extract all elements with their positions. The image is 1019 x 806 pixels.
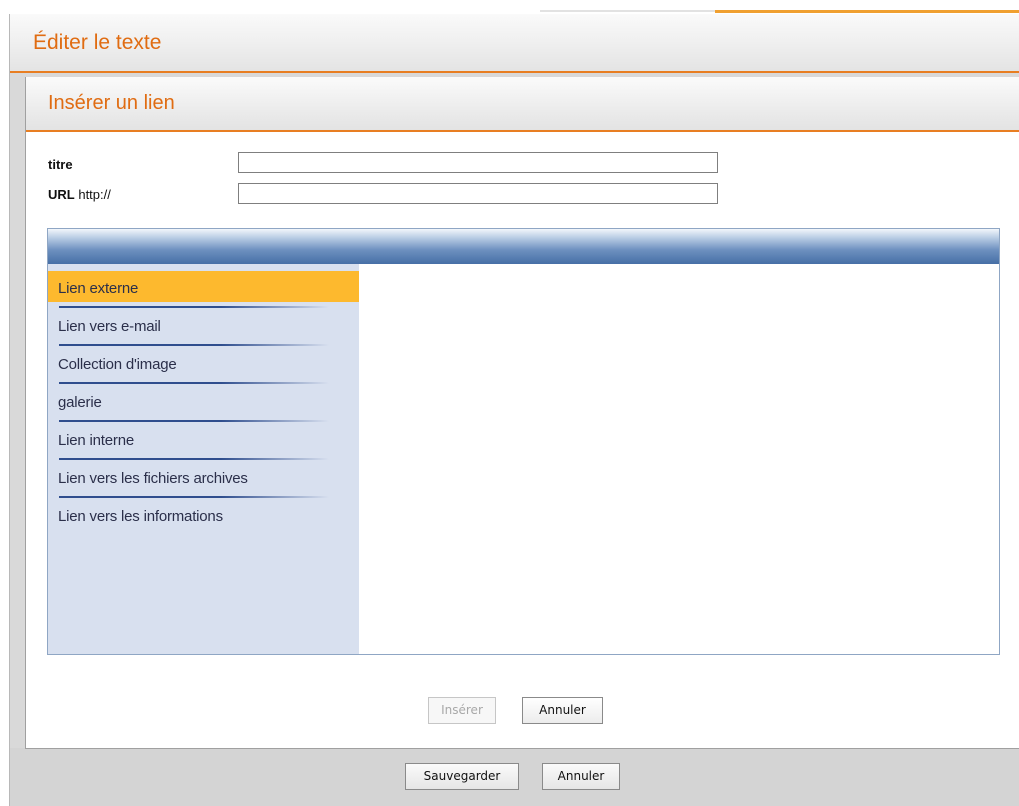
title-input[interactable] [238,152,718,173]
link-type-list: Lien externe Lien vers e-mail Collection… [48,264,359,654]
link-type-information[interactable]: Lien vers les informations [48,499,359,530]
link-type-label: Collection d'image [58,356,177,373]
divider [59,382,329,384]
link-type-external[interactable]: Lien externe [48,271,359,308]
edit-text-dialog-header: Éditer le texte [10,14,1019,73]
background-tab-active [715,10,1019,13]
insert-link-cancel-button[interactable]: Annuler [522,697,603,724]
insert-link-dialog-header: Insérer un lien [26,77,1019,132]
link-panel-header-bar [48,229,999,264]
edit-text-dialog-footer: Sauvegarder Annuler [10,748,1019,806]
url-field-label: URL http:// [48,187,111,202]
divider [59,496,329,498]
outer-cancel-button[interactable]: Annuler [542,763,620,790]
insert-button[interactable]: Insérer [428,697,496,724]
url-prefix: http:// [78,187,111,202]
background-tab [540,10,715,12]
link-type-gallery[interactable]: galerie [48,385,359,422]
link-type-label: Lien vers e-mail [58,318,161,335]
divider [59,306,329,308]
link-type-label: Lien vers les fichiers archives [58,470,248,487]
link-type-label: Lien interne [58,432,134,449]
link-type-label: galerie [58,394,102,411]
save-button[interactable]: Sauvegarder [405,763,519,790]
link-type-email[interactable]: Lien vers e-mail [48,309,359,346]
url-input[interactable] [238,183,718,204]
title-field-label: titre [48,157,73,172]
divider [59,344,329,346]
edit-text-dialog-title: Éditer le texte [33,31,162,54]
link-type-label: Lien externe [58,280,139,297]
link-type-label: Lien vers les informations [58,508,223,525]
insert-link-dialog-title: Insérer un lien [48,92,175,114]
insert-link-dialog: Insérer un lien titre URL http:// Lien e… [25,77,1019,749]
link-type-panel: Lien externe Lien vers e-mail Collection… [47,228,1000,655]
link-type-internal[interactable]: Lien interne [48,423,359,460]
link-type-archive-files[interactable]: Lien vers les fichiers archives [48,461,359,498]
divider [59,420,329,422]
link-content-area [359,264,999,654]
divider [59,458,329,460]
link-type-image-collection[interactable]: Collection d'image [48,347,359,384]
